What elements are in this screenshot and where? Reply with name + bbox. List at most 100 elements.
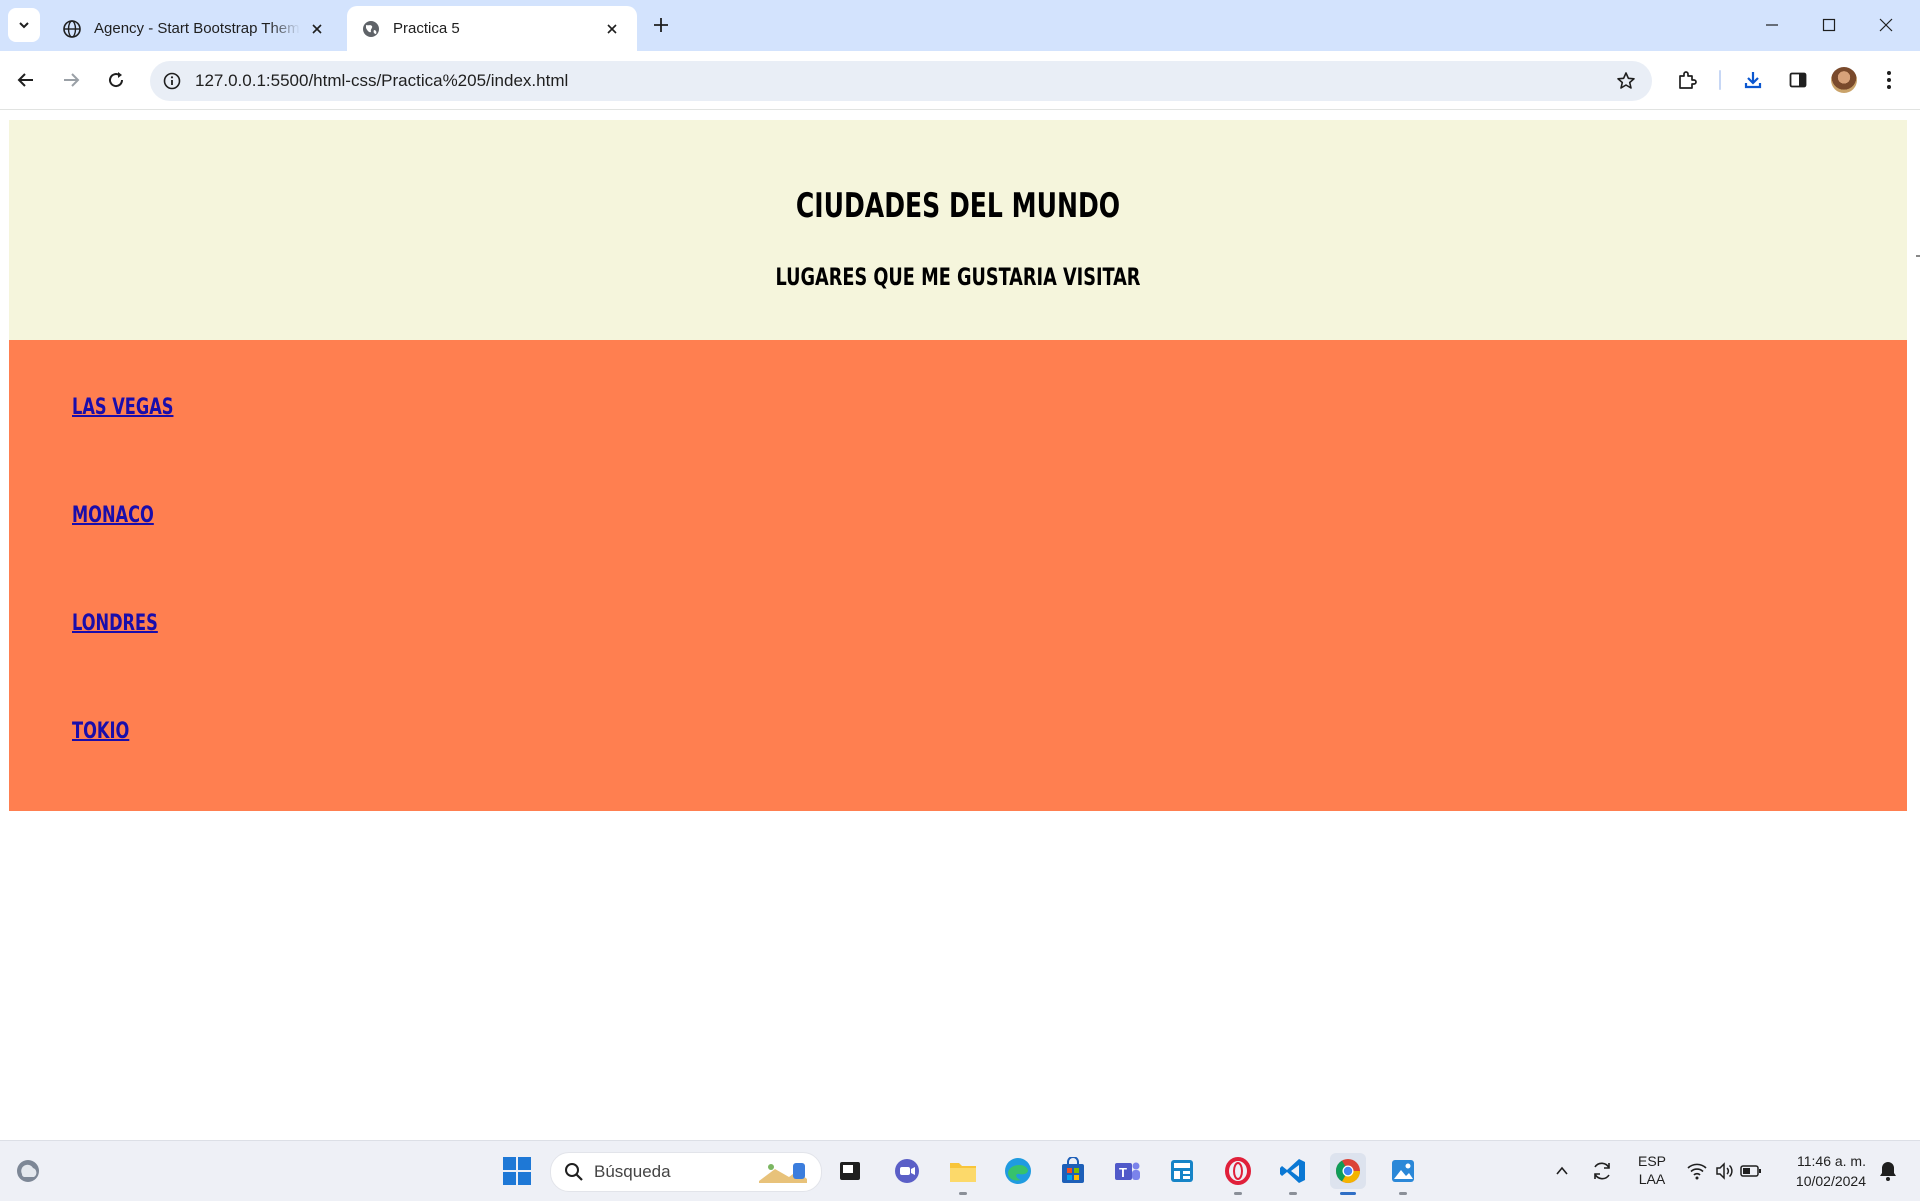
chevron-up-icon [1556, 1166, 1568, 1175]
windows-taskbar: Búsqueda T ESP LAA 11:46 a. m. 10/02/202… [0, 1140, 1920, 1201]
reload-button[interactable] [99, 63, 133, 97]
bookmark-button[interactable] [1612, 67, 1640, 95]
taskbar-app-edge[interactable] [1000, 1153, 1036, 1189]
photos-icon [1392, 1160, 1414, 1182]
sync-tray-button[interactable] [1584, 1153, 1620, 1189]
running-indicator [1399, 1192, 1407, 1195]
page-header: CIUDADES DEL MUNDO LUGARES QUE ME GUSTAR… [9, 120, 1907, 340]
weather-icon [17, 1160, 39, 1182]
keyboard-layout: LAA [1638, 1171, 1666, 1187]
info-icon [163, 72, 181, 90]
task-view-icon [840, 1162, 860, 1180]
clock-date: 10/02/2024 [1795, 1173, 1866, 1189]
extensions-button[interactable] [1670, 63, 1704, 97]
taskbar-app-photos[interactable] [1385, 1153, 1421, 1195]
widgets-button[interactable] [10, 1153, 46, 1189]
new-tab-button[interactable] [648, 12, 674, 38]
reload-icon [109, 72, 124, 88]
battery-icon [1740, 1165, 1761, 1177]
plus-icon [654, 18, 668, 32]
minimize-icon [1766, 24, 1778, 26]
close-icon [312, 23, 322, 34]
globe-icon [63, 19, 81, 38]
opera-icon [1225, 1157, 1251, 1185]
city-link-monaco[interactable]: MONACO [72, 503, 154, 528]
tab-agency[interactable]: Agency - Start Bootstrap Theme [48, 6, 342, 51]
star-icon [1617, 72, 1635, 89]
forward-button[interactable] [54, 63, 88, 97]
taskbar-app-opera[interactable] [1220, 1153, 1256, 1195]
page-title: CIUDADES DEL MUNDO [795, 186, 1121, 226]
input-language[interactable]: ESP LAA [1632, 1152, 1672, 1188]
active-indicator [1340, 1192, 1356, 1195]
chevron-down-icon [19, 22, 29, 29]
city-link-londres[interactable]: LONDRES [72, 611, 158, 636]
browser-toolbar: 127.0.0.1:5500/html-css/Practica%205/ind… [0, 51, 1920, 110]
notifications-button[interactable] [1870, 1153, 1906, 1189]
quick-settings-button[interactable] [1678, 1153, 1770, 1189]
back-button[interactable] [9, 63, 43, 97]
volume-icon [1716, 1162, 1733, 1180]
folder-icon [950, 1163, 976, 1182]
search-icon [565, 1163, 583, 1181]
taskbar-app-store[interactable] [1055, 1153, 1091, 1189]
tab-search-button[interactable] [8, 8, 40, 42]
search-highlight-icon [759, 1163, 807, 1183]
language-code: ESP [1637, 1153, 1666, 1169]
tab-title: Practica 5 [393, 20, 460, 37]
taskbar-app-teams-chat[interactable] [889, 1153, 925, 1189]
page-viewport: CIUDADES DEL MUNDO LUGARES QUE ME GUSTAR… [0, 110, 1920, 1140]
video-call-icon [895, 1159, 919, 1183]
tab-title: Agency - Start Bootstrap Theme [94, 20, 300, 37]
close-icon [1879, 18, 1893, 32]
chrome-icon [1336, 1159, 1360, 1184]
side-panel-icon [1789, 72, 1807, 88]
address-bar[interactable]: 127.0.0.1:5500/html-css/Practica%205/ind… [150, 61, 1652, 101]
show-hidden-icons-button[interactable] [1544, 1153, 1580, 1189]
city-list: LAS VEGAS MONACO LONDRES TOKIO [9, 340, 1907, 811]
clock[interactable]: 11:46 a. m. 10/02/2024 [1780, 1151, 1866, 1191]
taskbar-app-vscode[interactable] [1275, 1153, 1311, 1195]
running-indicator [959, 1192, 967, 1195]
sync-icon [1594, 1162, 1610, 1180]
puzzle-icon [1679, 71, 1697, 89]
minimize-button[interactable] [1752, 8, 1792, 42]
running-indicator [1234, 1192, 1242, 1195]
browser-menu-button[interactable] [1872, 63, 1906, 97]
calculator-icon [1171, 1160, 1193, 1182]
taskbar-app-chrome[interactable] [1330, 1153, 1366, 1195]
taskbar-app-calculator[interactable] [1164, 1153, 1200, 1189]
search-placeholder: Búsqueda [594, 1162, 671, 1181]
svg-text:T: T [1119, 1165, 1127, 1180]
teams-icon: T [1115, 1162, 1140, 1180]
edge-browser-icon [1005, 1158, 1031, 1184]
tab-close-button[interactable] [601, 18, 623, 40]
store-icon [1062, 1157, 1084, 1183]
close-icon [607, 23, 617, 34]
arrow-right-icon [64, 73, 80, 87]
page-subtitle: LUGARES QUE ME GUSTARIA VISITAR [775, 263, 1141, 291]
tab-practica-5[interactable]: Practica 5 [347, 6, 637, 51]
url-text[interactable]: 127.0.0.1:5500/html-css/Practica%205/ind… [195, 61, 568, 101]
city-link-las-vegas[interactable]: LAS VEGAS [72, 395, 173, 420]
toolbar-separator [1719, 70, 1721, 90]
taskbar-app-file-explorer[interactable] [945, 1153, 981, 1195]
taskbar-search[interactable]: Búsqueda [550, 1152, 822, 1192]
browser-tab-strip: Agency - Start Bootstrap Theme Practica … [0, 0, 1920, 51]
close-window-button[interactable] [1866, 8, 1906, 42]
city-link-tokio[interactable]: TOKIO [72, 719, 129, 744]
side-panel-button[interactable] [1781, 63, 1815, 97]
more-vertical-icon [1887, 71, 1891, 89]
profile-avatar[interactable] [1831, 67, 1857, 93]
clock-time: 11:46 a. m. [1796, 1153, 1866, 1169]
taskbar-app-teams[interactable]: T [1109, 1153, 1145, 1189]
download-icon [1744, 72, 1762, 89]
wifi-icon [1687, 1163, 1707, 1180]
tab-close-button[interactable] [306, 18, 328, 40]
maximize-button[interactable] [1809, 8, 1849, 42]
taskbar-app-file-explorer-dark[interactable] [832, 1153, 868, 1189]
windows-logo-icon [503, 1157, 531, 1185]
downloads-button[interactable] [1736, 63, 1770, 97]
start-button[interactable] [499, 1153, 535, 1189]
site-info-button[interactable] [158, 67, 186, 95]
